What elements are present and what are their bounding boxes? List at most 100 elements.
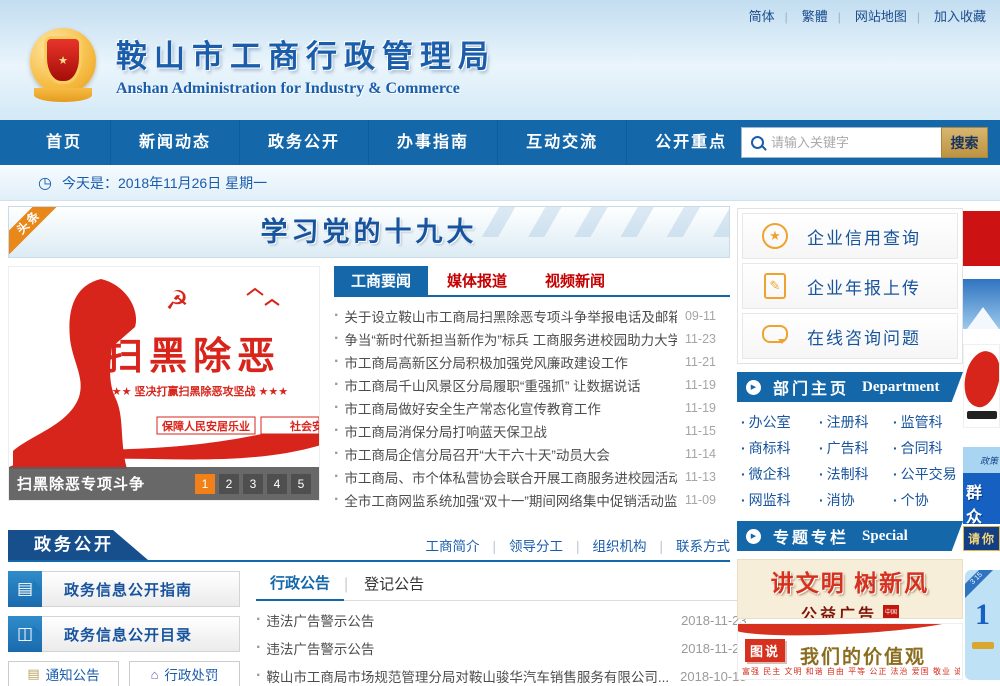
date-bar: ◷ 今天是：2018年11月26日 星期一 (0, 165, 1000, 201)
announcement-item[interactable]: 鞍山市工商局市场规范管理分局对鞍山骏华汽车销售服务有限公司... 2018-10… (256, 662, 747, 686)
slider-page-1[interactable]: 1 (195, 474, 215, 494)
slider-caption-bar: 扫黑除恶专项斗争 1 2 3 4 5 (9, 467, 319, 500)
news-item[interactable]: 市工商局千山风景区分局履职“重强抓” 让数据说话 11-19 (334, 373, 730, 396)
department-link[interactable]: 广告科 (819, 435, 893, 461)
nav-item-home[interactable]: 首页 (18, 120, 110, 165)
quicklink-box: ★ 企业信用查询 ✎ 企业年报上传 在线咨询问题 (737, 208, 963, 364)
play-circle-icon: ▶ (746, 529, 761, 544)
topbar-link-simplified[interactable]: 简体 (749, 9, 775, 24)
topbar: 简体繁體网站地图加入收藏 (739, 6, 986, 25)
link-intro[interactable]: 工商简介 (425, 539, 479, 554)
edge-invite-bar[interactable]: 请你 (963, 526, 1000, 551)
edge-red-banner[interactable] (963, 211, 1000, 266)
news-panel: 工商要闻 媒体报道 视频新闻 关于设立鞍山市工商局扫黑除恶专项斗争举报电话及邮箱… (334, 266, 730, 511)
announcement-item[interactable]: 违法广告警示公告 2018-11-23 (256, 606, 747, 634)
news-item[interactable]: 市工商局高新区分局积极加强党风廉政建设工作 11-21 (334, 350, 730, 373)
quicklink-credit-query[interactable]: ★ 企业信用查询 (742, 213, 958, 259)
notice-announcement-button[interactable]: ▤ 通知公告 (8, 661, 119, 686)
announcement-list: 违法广告警示公告 2018-11-23 违法广告警示公告 2018-11-23 … (256, 606, 747, 686)
news-item[interactable]: 全市工商网监系统加强“双十一”期间网络集中促销活动监管工... 11-09 (334, 488, 730, 511)
nav-item-news[interactable]: 新闻动态 (110, 120, 239, 165)
core-values-list: 富强 民主 文明 和谐 自由 平等 公正 法治 爱国 敬业 诚信 友善 (742, 666, 960, 677)
news-item[interactable]: 市工商局、市个体私营协会联合开展工商服务进校园活动 11-13 (334, 465, 730, 488)
edge-315-card[interactable]: 3 15 1 (963, 568, 1000, 682)
clock-icon: ◷ (38, 173, 52, 193)
topbar-link-favorite[interactable]: 加入收藏 (917, 9, 986, 24)
tab-media-reports[interactable]: 媒体报道 (428, 266, 526, 295)
department-link[interactable]: 商标科 (741, 435, 819, 461)
values-title: 我们的价值观 (800, 642, 926, 669)
notice-doc-icon: ▤ (27, 666, 39, 682)
svg-text:☭: ☭ (165, 285, 188, 315)
search-icon (751, 136, 764, 149)
site-subtitle: Anshan Administration for Industry & Com… (116, 80, 496, 98)
svg-text:保障人民安居乐业: 保障人民安居乐业 (161, 419, 250, 433)
quicklink-online-consult[interactable]: 在线咨询问题 (742, 313, 958, 359)
emblem-ribbon (34, 88, 92, 102)
news-item[interactable]: 关于设立鞍山市工商局扫黑除恶专项斗争举报电话及邮箱的通知 09-11 (334, 304, 730, 327)
department-link[interactable]: 办公室 (741, 409, 819, 435)
black-text-art (967, 411, 997, 419)
news-item[interactable]: 市工商局消保分局打响蓝天保卫战 11-15 (334, 419, 730, 442)
news-item[interactable]: 争当“新时代新担当新作为”标兵 工商服务进校园助力大学生... 11-23 (334, 327, 730, 350)
department-link[interactable]: 监管科 (893, 409, 967, 435)
department-link[interactable]: 网监科 (741, 487, 819, 513)
nav-item-service-guide[interactable]: 办事指南 (368, 120, 497, 165)
photo-slider[interactable]: ☭ 扫黑除恶 ★★★ 坚决打赢扫黑除恶攻坚战 ★★★ 保障人民安居乐业 社会安定… (8, 266, 320, 501)
news-tabbar: 工商要闻 媒体报道 视频新闻 (334, 266, 730, 297)
tab-business-news[interactable]: 工商要闻 (334, 266, 428, 295)
department-link[interactable]: 注册科 (819, 409, 893, 435)
slider-page-3[interactable]: 3 (243, 474, 263, 494)
announcement-item[interactable]: 违法广告警示公告 2018-11-23 (256, 634, 747, 662)
department-header: ▶ 部门主页 Department (737, 372, 963, 402)
slider-page-5[interactable]: 5 (291, 474, 311, 494)
chat-consult-icon (762, 325, 788, 343)
policy-label: 政策 (963, 447, 1000, 473)
topbar-link-sitemap[interactable]: 网站地图 (838, 9, 907, 24)
department-link[interactable]: 消协 (819, 487, 893, 513)
nav-item-gov-affairs[interactable]: 政务公开 (239, 120, 368, 165)
nav-item-interaction[interactable]: 互动交流 (497, 120, 626, 165)
open-info-guide-button[interactable]: ▤ 政务信息公开指南 (8, 571, 240, 607)
tab-registration-announcements[interactable]: 登记公告 (348, 573, 440, 600)
red-wave-decoration (737, 623, 963, 638)
link-structure[interactable]: 组织机构 (563, 539, 647, 554)
tab-video-news[interactable]: 视频新闻 (526, 266, 624, 295)
svg-text:★★★ 坚决打赢扫黑除恶攻坚战 ★★★: ★★★ 坚决打赢扫黑除恶攻坚战 ★★★ (102, 384, 288, 398)
department-link[interactable]: 法制科 (819, 461, 893, 487)
gov-quick-links: 工商简介领导分工组织机构联系方式 (425, 532, 730, 562)
topbar-link-traditional[interactable]: 繁體 (785, 9, 828, 24)
announcement-panel: 行政公告 | 登记公告 违法广告警示公告 2018-11-23 (256, 571, 747, 686)
civility-psa-banner[interactable]: 讲文明 树新风 公益广告 中国 (737, 559, 963, 619)
psa-label: 公益广告 (801, 601, 877, 619)
report-upload-icon: ✎ (764, 273, 786, 299)
news-item[interactable]: 市工商局做好安全生产常态化宣传教育工作 11-19 (334, 396, 730, 419)
search-input[interactable] (771, 129, 941, 156)
link-leaders[interactable]: 领导分工 (479, 539, 563, 554)
catalog-book-icon: ◫ (8, 616, 42, 652)
admin-penalty-button[interactable]: ⌂ 行政处罚 (129, 661, 240, 686)
slider-page-2[interactable]: 2 (219, 474, 239, 494)
values-banner[interactable]: 图说 我们的价值观 富强 民主 文明 和谐 自由 平等 公正 法治 爱国 敬业 … (737, 623, 963, 680)
slider-image-sweep-crime: ☭ 扫黑除恶 ★★★ 坚决打赢扫黑除恶攻坚战 ★★★ 保障人民安居乐业 社会安定… (9, 267, 320, 469)
department-link[interactable]: 个协 (893, 487, 967, 513)
department-link[interactable]: 公平交易 (893, 461, 967, 487)
link-contact[interactable]: 联系方式 (646, 539, 730, 554)
headline-decoration (469, 207, 729, 237)
department-link[interactable]: 微企科 (741, 461, 819, 487)
svg-text:扫黑除恶: 扫黑除恶 (105, 335, 281, 378)
slider-page-4[interactable]: 4 (267, 474, 287, 494)
search-button[interactable]: 搜索 (941, 127, 988, 158)
edge-survey-banner[interactable]: 政策 群众 (963, 447, 1000, 524)
edge-fist-banner[interactable] (963, 344, 1000, 428)
department-link[interactable]: 合同科 (893, 435, 967, 461)
tab-admin-announcements[interactable]: 行政公告 (256, 572, 344, 601)
edge-mountain-banner[interactable] (963, 279, 1000, 329)
headline-title[interactable]: 学习党的十九大 (261, 207, 478, 257)
news-item[interactable]: 市工商局企信分局召开“大干六十天”动员大会 11-14 (334, 442, 730, 465)
quicklink-annual-report-upload[interactable]: ✎ 企业年报上传 (742, 263, 958, 309)
svg-text:社会安定有序: 社会安定有序 (289, 419, 320, 433)
open-info-catalog-button[interactable]: ◫ 政务信息公开目录 (8, 616, 240, 652)
ribbon-315: 3 15 (963, 568, 996, 598)
nav-item-key-disclosure[interactable]: 公开重点 (626, 120, 755, 165)
